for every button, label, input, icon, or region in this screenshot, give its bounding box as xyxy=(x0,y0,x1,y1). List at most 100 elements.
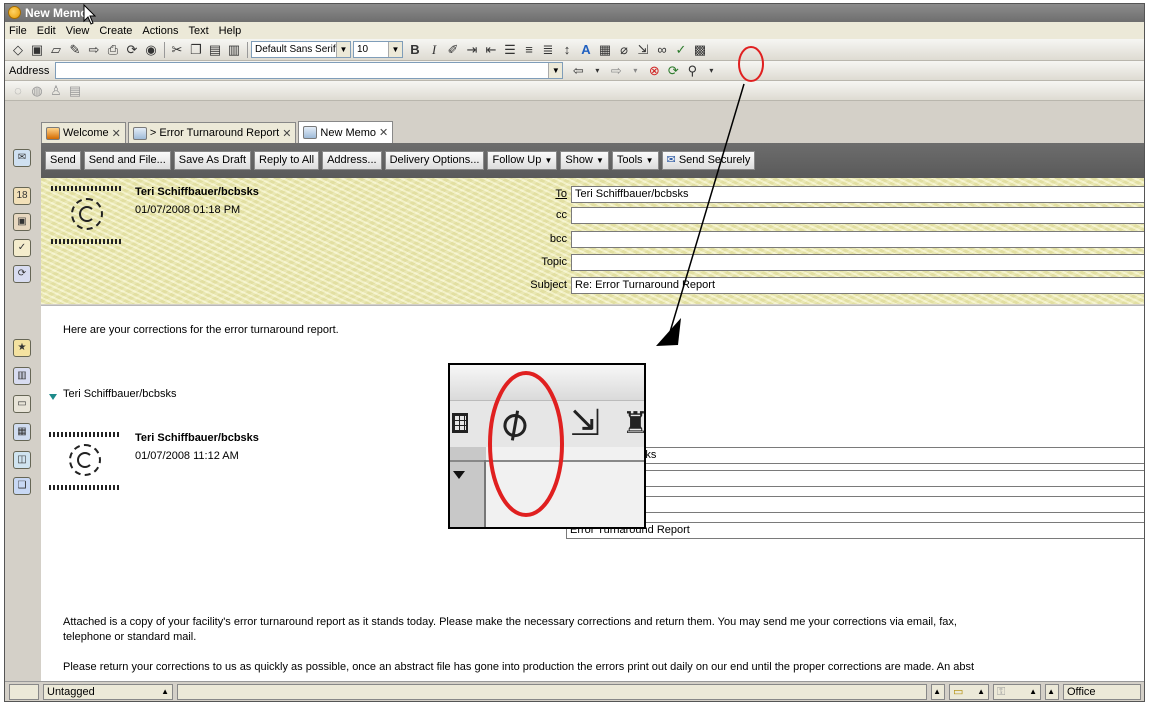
address-button[interactable]: Address... xyxy=(322,151,382,170)
workspace-icon[interactable]: ◫ xyxy=(13,451,31,469)
chevron-down-icon[interactable]: ▾ xyxy=(588,62,606,80)
applications-icon[interactable]: ▦ xyxy=(13,423,31,441)
text-color-icon[interactable]: A xyxy=(577,41,595,59)
person-icon[interactable]: ♙ xyxy=(47,82,65,100)
status-indicator[interactable] xyxy=(9,684,39,700)
tools-button[interactable]: Tools ▼ xyxy=(611,151,659,170)
close-icon[interactable]: ✕ xyxy=(282,127,291,140)
menu-help[interactable]: Help xyxy=(219,25,242,37)
edit-pencil-icon[interactable]: ✎ xyxy=(66,41,84,59)
send-button[interactable]: Send xyxy=(45,151,81,170)
databases-icon[interactable]: ▥ xyxy=(13,367,31,385)
bcc-field[interactable] xyxy=(571,231,1144,248)
tab-welcome[interactable]: Welcome ✕ xyxy=(41,122,126,143)
address-input[interactable]: ▼ xyxy=(55,62,564,79)
navigator-icon[interactable]: ◇ xyxy=(9,41,27,59)
subject-label: Subject xyxy=(530,279,567,291)
paragraph-1-line-1: Attached is a copy of your facility's er… xyxy=(63,616,957,628)
twistie-icon[interactable] xyxy=(49,394,57,400)
table-icon[interactable]: ▦ xyxy=(596,41,614,59)
menu-actions[interactable]: Actions xyxy=(142,25,178,37)
close-icon[interactable]: ✕ xyxy=(112,127,121,140)
print-icon[interactable]: ⎙ xyxy=(104,41,122,59)
todo-icon[interactable]: ✓ xyxy=(13,239,31,257)
copy-icon[interactable]: ❐ xyxy=(187,41,205,59)
binoculars-icon[interactable]: ∞ xyxy=(653,41,671,59)
paperclip-icon[interactable]: ⌀ xyxy=(615,41,633,59)
italic-icon[interactable]: I xyxy=(425,41,443,59)
next-icon: ⇲ xyxy=(570,402,601,443)
bold-icon[interactable]: B xyxy=(406,41,424,59)
font-select[interactable]: Default Sans Serif ▼ xyxy=(251,41,351,58)
menu-edit[interactable]: Edit xyxy=(37,25,56,37)
list-icon[interactable]: ▤ xyxy=(66,82,84,100)
help-book-icon[interactable]: ❑ xyxy=(13,477,31,495)
topic-field[interactable] xyxy=(571,254,1144,271)
indent-icon[interactable]: ⇥ xyxy=(463,41,481,59)
replicate-icon[interactable]: ⟳ xyxy=(123,41,141,59)
forward-icon[interactable]: ⇨ xyxy=(85,41,103,59)
table-icon xyxy=(452,413,468,433)
stop-icon[interactable]: ⊗ xyxy=(645,62,663,80)
chat-icon[interactable]: ◌ xyxy=(9,82,27,100)
reply-to-all-button[interactable]: Reply to All xyxy=(254,151,320,170)
signal-select[interactable]: ▭ ▲ xyxy=(949,684,989,700)
tab-error-turnaround-report[interactable]: > Error Turnaround Report ✕ xyxy=(127,122,297,143)
paste-special-icon[interactable]: ▥ xyxy=(225,41,243,59)
contacts-icon[interactable]: ▣ xyxy=(13,213,31,231)
database-icon[interactable]: ◉ xyxy=(142,41,160,59)
delivery-options-button[interactable]: Delivery Options... xyxy=(384,151,485,170)
chevron-down-icon[interactable]: ▼ xyxy=(388,42,402,57)
outdent-icon[interactable]: ⇤ xyxy=(482,41,500,59)
memo-header: Teri Schiffbauer/bcbsks 01/07/2008 01:18… xyxy=(41,178,1144,304)
paste-icon[interactable]: ▤ xyxy=(206,41,224,59)
properties-icon[interactable]: ▩ xyxy=(691,41,709,59)
folder-icon[interactable]: ▭ xyxy=(13,395,31,413)
menu-file[interactable]: File xyxy=(9,25,27,37)
replication-icon[interactable]: ⟳ xyxy=(13,265,31,283)
numbering-icon[interactable]: ≡ xyxy=(520,41,538,59)
search-icon[interactable]: ⚲ xyxy=(683,62,701,80)
bullets-icon[interactable]: ☰ xyxy=(501,41,519,59)
menu-text[interactable]: Text xyxy=(188,25,208,37)
open-folder-icon[interactable]: ▱ xyxy=(47,41,65,59)
font-size-select[interactable]: 10 ▼ xyxy=(353,41,403,58)
chevron-down-icon[interactable]: ▼ xyxy=(548,63,563,78)
subject-field[interactable]: Re: Error Turnaround Report xyxy=(571,277,1144,294)
favorites-icon[interactable]: ★ xyxy=(13,339,31,357)
chevron-down-icon[interactable]: ▼ xyxy=(336,42,350,57)
forward-arrow-icon[interactable]: ⇨ xyxy=(607,62,625,80)
to-label[interactable]: To xyxy=(507,188,567,200)
align-icon[interactable]: ≣ xyxy=(539,41,557,59)
location-select[interactable]: Office xyxy=(1063,684,1141,700)
chevron-down-icon[interactable]: ▾ xyxy=(626,62,644,80)
next-icon[interactable]: ⇲ xyxy=(634,41,652,59)
back-icon[interactable]: ⇦ xyxy=(569,62,587,80)
tag-select[interactable]: Untagged ▲ xyxy=(43,684,173,700)
highlighter-icon[interactable]: ✐ xyxy=(444,41,462,59)
show-button[interactable]: Show ▼ xyxy=(560,151,609,170)
security-select[interactable]: ⚿ ▲ xyxy=(993,684,1041,700)
send-and-file-button[interactable]: Send and File... xyxy=(83,151,171,170)
refresh-icon[interactable]: ⟳ xyxy=(664,62,682,80)
menu-create[interactable]: Create xyxy=(99,25,132,37)
status-arrow-button[interactable]: ▲ xyxy=(931,684,945,700)
location-arrow-button[interactable]: ▲ xyxy=(1045,684,1059,700)
tab-new-memo[interactable]: New Memo ✕ xyxy=(298,121,394,143)
spell-check-icon[interactable]: ✓ xyxy=(672,41,690,59)
send-securely-button[interactable]: ✉ Send Securely xyxy=(661,151,756,170)
save-as-draft-button[interactable]: Save As Draft xyxy=(173,151,252,170)
to-field[interactable]: Teri Schiffbauer/bcbsks xyxy=(571,186,1144,203)
follow-up-button[interactable]: Follow Up ▼ xyxy=(487,151,558,170)
cc-field[interactable] xyxy=(571,207,1144,224)
cut-icon[interactable]: ✂ xyxy=(168,41,186,59)
chevron-down-icon[interactable]: ▾ xyxy=(702,62,720,80)
title-bar: New Memo xyxy=(5,4,1144,22)
people-icon[interactable]: ◍ xyxy=(28,82,46,100)
mail-icon[interactable]: ✉ xyxy=(13,149,31,167)
save-icon[interactable]: ▣ xyxy=(28,41,46,59)
calendar-icon[interactable]: 18 xyxy=(13,187,31,205)
menu-view[interactable]: View xyxy=(66,25,90,37)
close-icon[interactable]: ✕ xyxy=(379,126,388,139)
spacing-icon[interactable]: ↕ xyxy=(558,41,576,59)
